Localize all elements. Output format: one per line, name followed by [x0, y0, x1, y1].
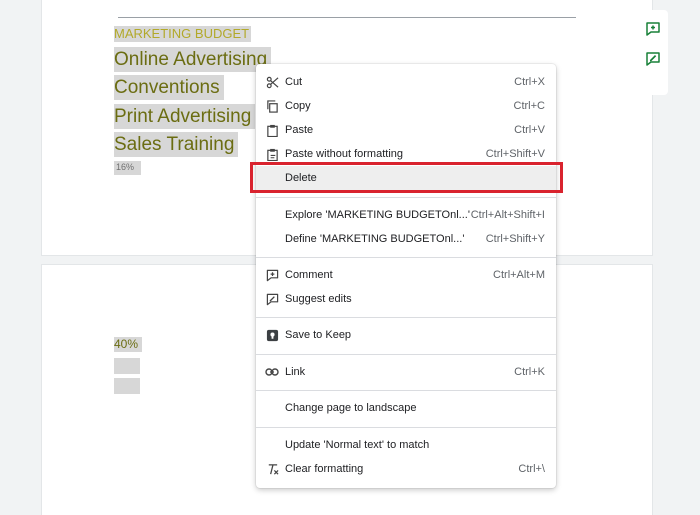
menu-divider — [256, 257, 556, 258]
menu-item-link[interactable]: Link Ctrl+K — [256, 360, 556, 384]
menu-item-shortcut: Ctrl+Shift+V — [485, 148, 545, 160]
clipboard-icon — [265, 123, 279, 137]
menu-item-update-normal-text[interactable]: Update 'Normal text' to match — [256, 433, 556, 457]
budget-heading[interactable]: MARKETING BUDGET — [114, 26, 252, 42]
menu-item-label: Paste without formatting — [285, 148, 404, 160]
suggest-edit-icon — [646, 52, 660, 66]
menu-item-copy[interactable]: Copy Ctrl+C — [256, 94, 556, 118]
menu-item-shortcut: Ctrl+Alt+Shift+I — [470, 209, 545, 221]
menu-divider — [256, 354, 556, 355]
menu-item-label: Link — [285, 366, 306, 378]
percent-value-page2[interactable]: 40% — [114, 337, 143, 352]
copy-icon — [265, 99, 279, 113]
menu-divider — [256, 390, 556, 391]
menu-item-label: Comment — [285, 269, 333, 281]
menu-item-paste[interactable]: Paste Ctrl+V — [256, 118, 556, 142]
menu-item-label: Explore 'MARKETING BUDGETOnl...' — [285, 209, 470, 221]
menu-item-cut[interactable]: Cut Ctrl+X — [256, 70, 556, 94]
suggest-edits-button[interactable] — [642, 48, 664, 70]
add-comment-button[interactable] — [642, 18, 664, 40]
menu-divider — [256, 427, 556, 428]
menu-divider — [256, 197, 556, 198]
menu-item-label: Save to Keep — [285, 329, 352, 341]
menu-item-comment[interactable]: Comment Ctrl+Alt+M — [256, 263, 556, 287]
menu-item-label: Paste — [285, 124, 314, 136]
menu-item-suggest-edits[interactable]: Suggest edits — [256, 287, 556, 311]
delete-highlight-box — [250, 162, 563, 193]
link-icon — [265, 365, 279, 379]
percent-value[interactable]: 16% — [114, 161, 142, 175]
menu-item-clear-formatting[interactable]: Clear formatting Ctrl+\ — [256, 457, 556, 481]
menu-item-shortcut: Ctrl+X — [514, 76, 545, 88]
budget-item-sales-training[interactable]: Sales Training — [114, 132, 239, 157]
budget-item-print-advertising[interactable]: Print Advertising — [114, 104, 256, 129]
menu-item-define[interactable]: Define 'MARKETING BUDGETOnl...' Ctrl+Shi… — [256, 227, 556, 251]
menu-item-save-to-keep[interactable]: Save to Keep — [256, 323, 556, 347]
budget-item-online-advertising[interactable]: Online Advertising — [114, 47, 272, 72]
menu-item-label: Clear formatting — [285, 463, 364, 475]
menu-item-label: Update 'Normal text' to match — [285, 439, 430, 451]
menu-item-shortcut: Ctrl+\ — [518, 463, 545, 475]
suggest-edit-icon — [265, 292, 279, 306]
budget-item-conventions[interactable]: Conventions — [114, 75, 224, 100]
menu-item-shortcut: Ctrl+K — [514, 366, 545, 378]
selected-text-block[interactable] — [114, 358, 140, 374]
add-comment-icon — [646, 22, 660, 36]
menu-item-label: Define 'MARKETING BUDGETOnl...' — [285, 233, 465, 245]
menu-item-shortcut: Ctrl+C — [513, 100, 545, 112]
menu-item-shortcut: Ctrl+Shift+Y — [485, 233, 545, 245]
menu-item-explore[interactable]: Explore 'MARKETING BUDGETOnl...' Ctrl+Al… — [256, 203, 556, 227]
side-action-panel — [638, 10, 668, 95]
context-menu: Cut Ctrl+X Copy Ctrl+C Paste Ctrl+V Past… — [256, 64, 556, 488]
add-comment-icon — [265, 268, 279, 282]
keep-icon — [265, 328, 279, 342]
menu-item-shortcut: Ctrl+V — [514, 124, 545, 136]
menu-item-change-page-landscape[interactable]: Change page to landscape — [256, 396, 556, 420]
menu-divider — [256, 317, 556, 318]
clipboard-text-icon — [265, 147, 279, 161]
menu-item-label: Cut — [285, 76, 303, 88]
clear-format-icon — [265, 462, 279, 476]
menu-item-label: Suggest edits — [285, 293, 352, 305]
menu-item-label: Change page to landscape — [285, 402, 417, 414]
scissors-icon — [265, 75, 279, 89]
menu-item-label: Copy — [285, 100, 311, 112]
selected-text-block[interactable] — [114, 378, 140, 394]
horizontal-rule — [118, 17, 576, 18]
menu-item-shortcut: Ctrl+Alt+M — [493, 269, 545, 281]
